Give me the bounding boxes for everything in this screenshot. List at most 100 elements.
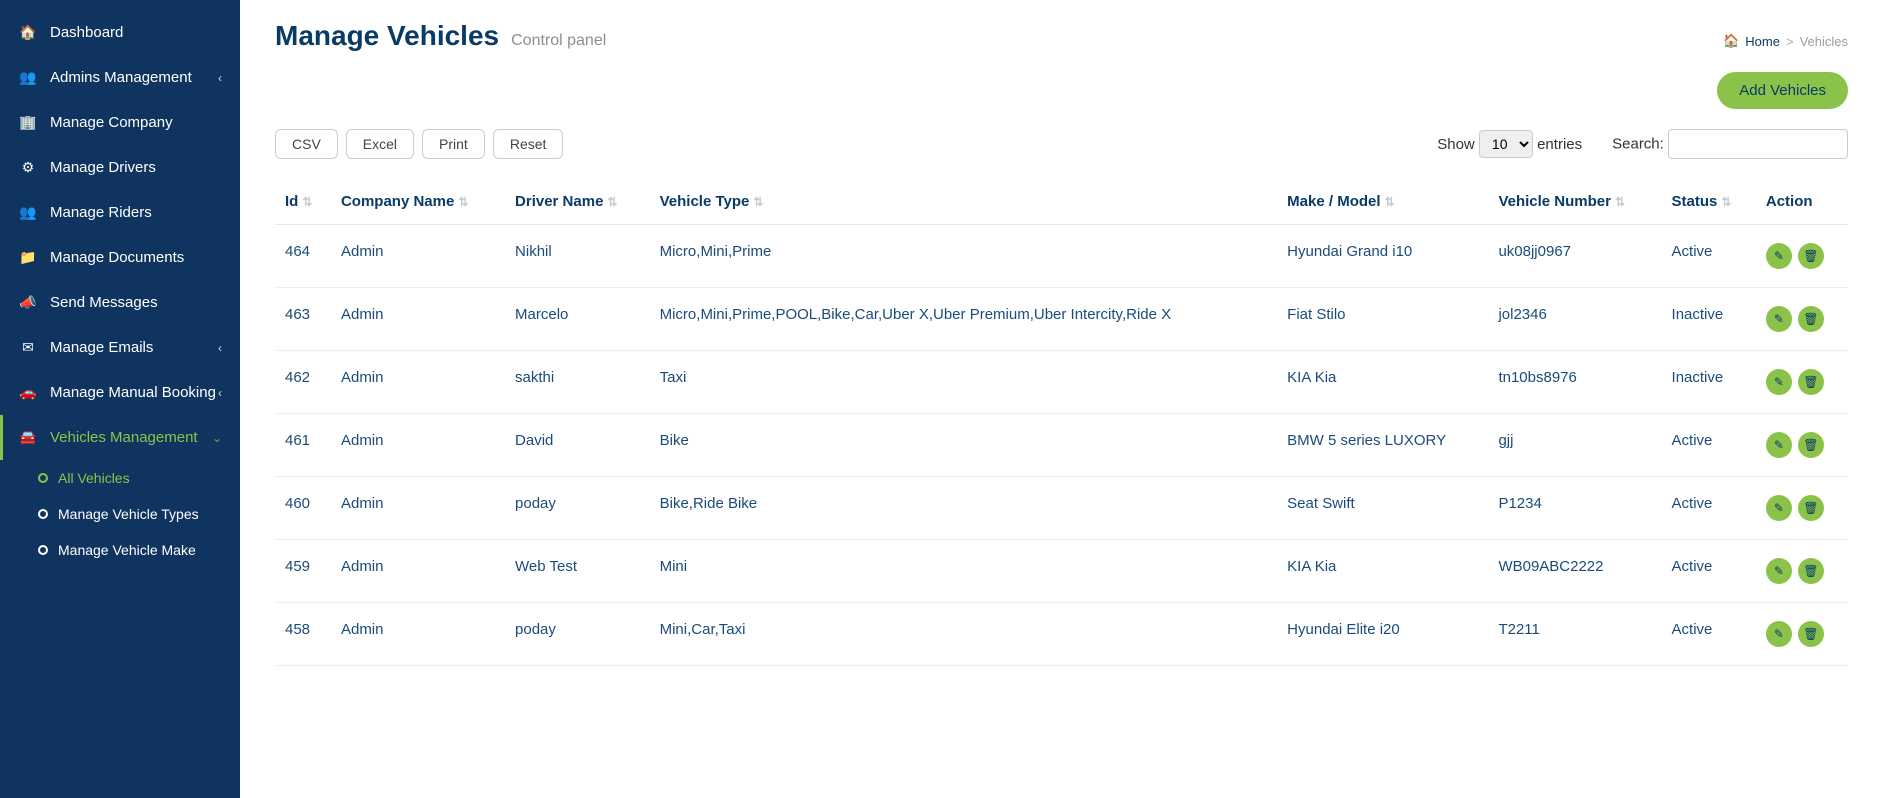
breadcrumb-home[interactable]: Home <box>1745 34 1780 49</box>
delete-button[interactable]: 🗑 <box>1798 432 1824 458</box>
col-vehicle-number[interactable]: Vehicle Number⇅ <box>1488 179 1661 225</box>
sidebar-item-send-messages[interactable]: 📣Send Messages <box>0 280 240 325</box>
csv-button[interactable]: CSV <box>275 129 338 159</box>
delete-button[interactable]: 🗑 <box>1798 495 1824 521</box>
col-label: Status <box>1672 193 1718 210</box>
cell: Admin <box>331 414 505 477</box>
sidebar-sub-manage-vehicle-make[interactable]: Manage Vehicle Make <box>8 532 240 568</box>
sidebar-item-manage-manual-booking[interactable]: 🚗Manage Manual Booking‹ <box>0 370 240 415</box>
trash-icon: 🗑 <box>1803 564 1818 578</box>
excel-button[interactable]: Excel <box>346 129 414 159</box>
sidebar-sub-label: Manage Vehicle Types <box>58 506 199 522</box>
page-title-text: Manage Vehicles <box>275 20 499 52</box>
sidebar-sub-manage-vehicle-types[interactable]: Manage Vehicle Types <box>8 496 240 532</box>
sidebar-icon: 🏠 <box>18 24 38 41</box>
cell: Hyundai Grand i10 <box>1277 225 1488 288</box>
chevron-left-icon: ‹ <box>218 71 222 85</box>
sidebar-sub-label: Manage Vehicle Make <box>58 542 196 558</box>
show-label: Show <box>1437 136 1475 153</box>
col-status[interactable]: Status⇅ <box>1662 179 1756 225</box>
pencil-icon: ✎ <box>1774 501 1784 515</box>
sidebar-icon: 🚘 <box>18 429 38 446</box>
delete-button[interactable]: 🗑 <box>1798 369 1824 395</box>
sidebar-item-label: Send Messages <box>50 294 158 311</box>
sidebar-item-label: Manage Emails <box>50 339 153 356</box>
cell: Admin <box>331 225 505 288</box>
cell-actions: ✎🗑 <box>1756 540 1848 603</box>
reset-button[interactable]: Reset <box>493 129 564 159</box>
sort-icon: ⇅ <box>1385 195 1395 209</box>
edit-button[interactable]: ✎ <box>1766 243 1792 269</box>
cell: 463 <box>275 288 331 351</box>
cell: BMW 5 series LUXORY <box>1277 414 1488 477</box>
breadcrumb-separator: > <box>1786 34 1794 49</box>
col-company-name[interactable]: Company Name⇅ <box>331 179 505 225</box>
pencil-icon: ✎ <box>1774 375 1784 389</box>
cell: Bike,Ride Bike <box>650 477 1278 540</box>
chevron-left-icon: ‹ <box>218 341 222 355</box>
search-group: Search: <box>1612 129 1848 159</box>
col-make-model[interactable]: Make / Model⇅ <box>1277 179 1488 225</box>
vehicles-table: Id⇅Company Name⇅Driver Name⇅Vehicle Type… <box>275 179 1848 666</box>
col-action[interactable]: Action <box>1756 179 1848 225</box>
sidebar-item-label: Manage Riders <box>50 204 152 221</box>
cell: Web Test <box>505 540 650 603</box>
edit-button[interactable]: ✎ <box>1766 306 1792 332</box>
edit-button[interactable]: ✎ <box>1766 558 1792 584</box>
sidebar-item-label: Admins Management <box>50 69 192 86</box>
sidebar-icon: 👥 <box>18 69 38 86</box>
sort-icon: ⇅ <box>1721 195 1731 209</box>
search-label: Search: <box>1612 136 1664 153</box>
cell-actions: ✎🗑 <box>1756 414 1848 477</box>
cell: Bike <box>650 414 1278 477</box>
edit-button[interactable]: ✎ <box>1766 432 1792 458</box>
delete-button[interactable]: 🗑 <box>1798 243 1824 269</box>
cell-actions: ✎🗑 <box>1756 225 1848 288</box>
sidebar-item-manage-documents[interactable]: 📁Manage Documents <box>0 235 240 280</box>
cell: sakthi <box>505 351 650 414</box>
delete-button[interactable]: 🗑 <box>1798 621 1824 647</box>
cell: Micro,Mini,Prime,POOL,Bike,Car,Uber X,Ub… <box>650 288 1278 351</box>
sidebar-item-manage-riders[interactable]: 👥Manage Riders <box>0 190 240 235</box>
sidebar-item-manage-emails[interactable]: ✉Manage Emails‹ <box>0 325 240 370</box>
cell: 460 <box>275 477 331 540</box>
sidebar-item-label: Manage Manual Booking <box>50 384 216 401</box>
col-id[interactable]: Id⇅ <box>275 179 331 225</box>
trash-icon: 🗑 <box>1803 627 1818 641</box>
table-row: 464AdminNikhilMicro,Mini,PrimeHyundai Gr… <box>275 225 1848 288</box>
trash-icon: 🗑 <box>1803 249 1818 263</box>
delete-button[interactable]: 🗑 <box>1798 306 1824 332</box>
col-driver-name[interactable]: Driver Name⇅ <box>505 179 650 225</box>
print-button[interactable]: Print <box>422 129 485 159</box>
entries-select[interactable]: 10 <box>1479 130 1533 158</box>
sidebar-item-label: Manage Company <box>50 114 173 131</box>
cell: 464 <box>275 225 331 288</box>
sidebar-item-dashboard[interactable]: 🏠Dashboard <box>0 10 240 55</box>
sidebar-item-label: Manage Documents <box>50 249 184 266</box>
col-vehicle-type[interactable]: Vehicle Type⇅ <box>650 179 1278 225</box>
col-label: Company Name <box>341 193 454 210</box>
delete-button[interactable]: 🗑 <box>1798 558 1824 584</box>
cell: poday <box>505 603 650 666</box>
cell: Nikhil <box>505 225 650 288</box>
cell: 461 <box>275 414 331 477</box>
edit-button[interactable]: ✎ <box>1766 495 1792 521</box>
sidebar-sub-all-vehicles[interactable]: All Vehicles <box>8 460 240 496</box>
cell: Marcelo <box>505 288 650 351</box>
sidebar-item-vehicles-management[interactable]: 🚘Vehicles Management⌄ <box>0 415 240 460</box>
cell: uk08jj0967 <box>1488 225 1661 288</box>
edit-button[interactable]: ✎ <box>1766 369 1792 395</box>
pencil-icon: ✎ <box>1774 627 1784 641</box>
cell: 458 <box>275 603 331 666</box>
sidebar-item-manage-drivers[interactable]: ⚙Manage Drivers <box>0 145 240 190</box>
cell: Active <box>1662 414 1756 477</box>
sidebar-item-manage-company[interactable]: 🏢Manage Company <box>0 100 240 145</box>
cell: Inactive <box>1662 288 1756 351</box>
add-vehicles-button[interactable]: Add Vehicles <box>1717 72 1848 109</box>
sort-icon: ⇅ <box>1615 195 1625 209</box>
cell: poday <box>505 477 650 540</box>
edit-button[interactable]: ✎ <box>1766 621 1792 647</box>
cell: Admin <box>331 351 505 414</box>
search-input[interactable] <box>1668 129 1848 159</box>
sidebar-item-admins-management[interactable]: 👥 Admins Management ‹ <box>0 55 240 100</box>
